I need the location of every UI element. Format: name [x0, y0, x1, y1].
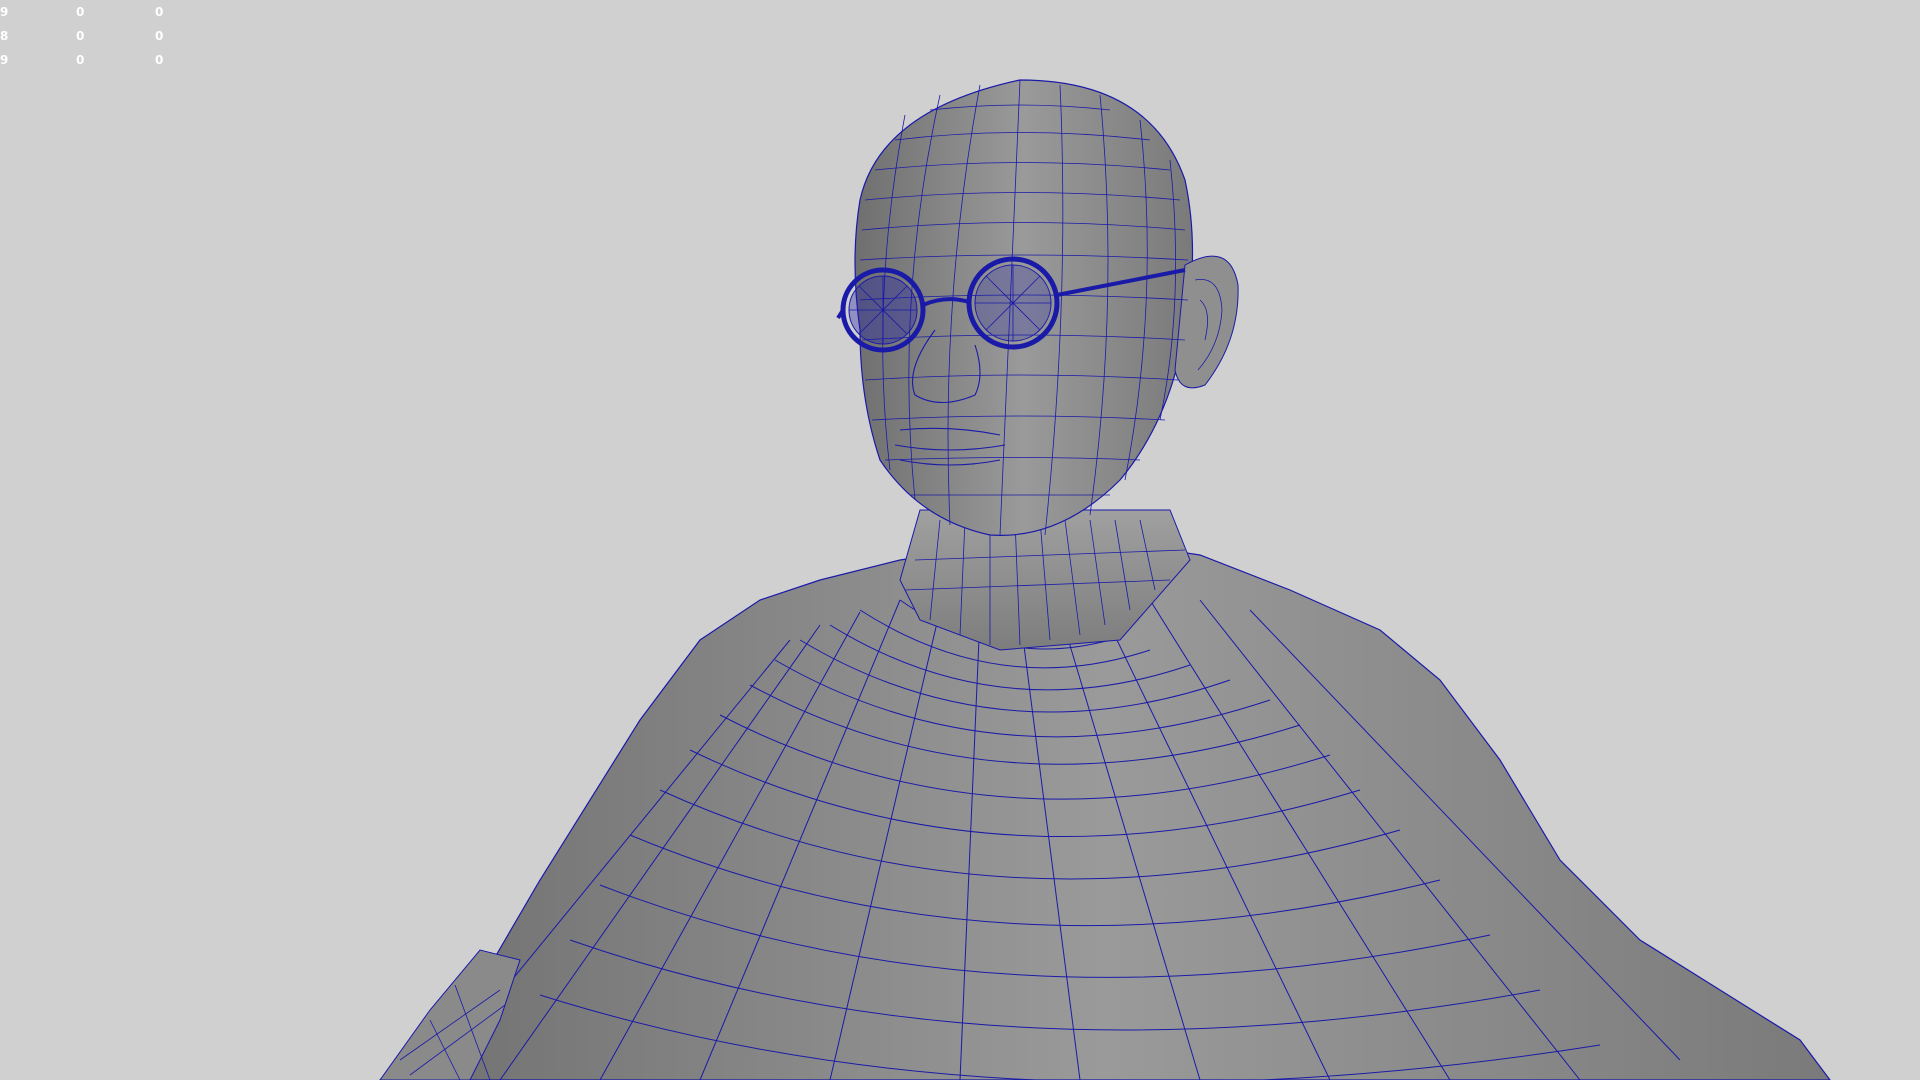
wireframe-bust-model[interactable]	[0, 0, 1920, 1080]
3d-viewport[interactable]: 9 0 0 8 0 0 9 0 0	[0, 0, 1920, 1080]
